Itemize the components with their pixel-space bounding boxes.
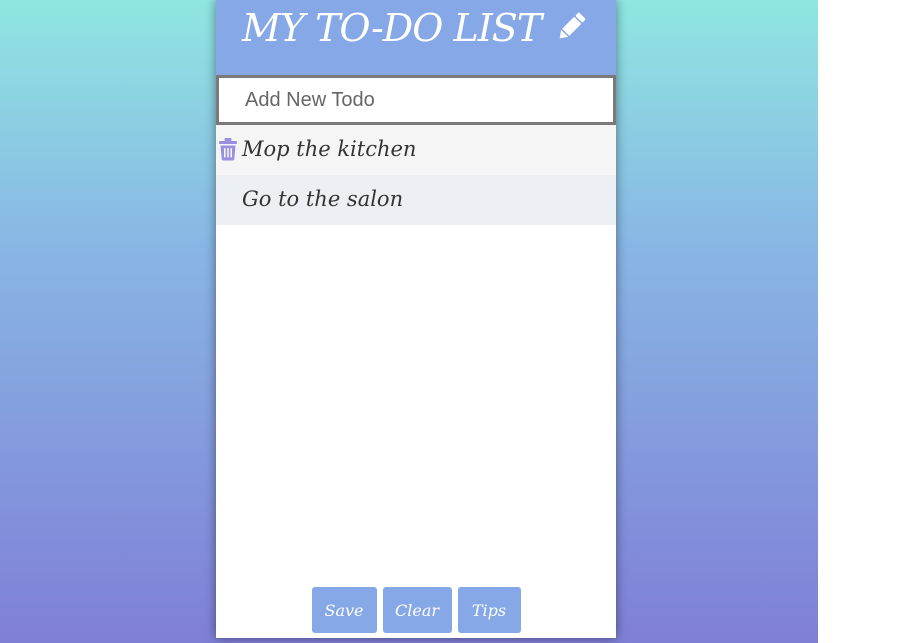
clear-button[interactable]: Clear [382, 587, 452, 633]
tips-button[interactable]: Tips [457, 587, 521, 633]
app-title: MY TO-DO LIST [242, 6, 542, 50]
pencil-icon[interactable] [554, 10, 588, 44]
footer-actions: Save Clear Tips [216, 587, 616, 633]
app-header: MY TO-DO LIST [216, 0, 616, 75]
todo-item[interactable]: Mop the kitchen [216, 125, 616, 175]
todo-app: MY TO-DO LIST Mop the kitchen Go to [216, 0, 616, 638]
todo-text: Go to the salon [242, 187, 404, 211]
todo-list: Mop the kitchen Go to the salon [216, 125, 616, 225]
todo-text: Mop the kitchen [242, 137, 417, 161]
trash-icon[interactable] [218, 137, 238, 161]
new-todo-wrapper [216, 75, 616, 125]
todo-item[interactable]: Go to the salon [216, 175, 616, 225]
save-button[interactable]: Save [311, 587, 377, 633]
new-todo-input[interactable] [216, 75, 616, 125]
